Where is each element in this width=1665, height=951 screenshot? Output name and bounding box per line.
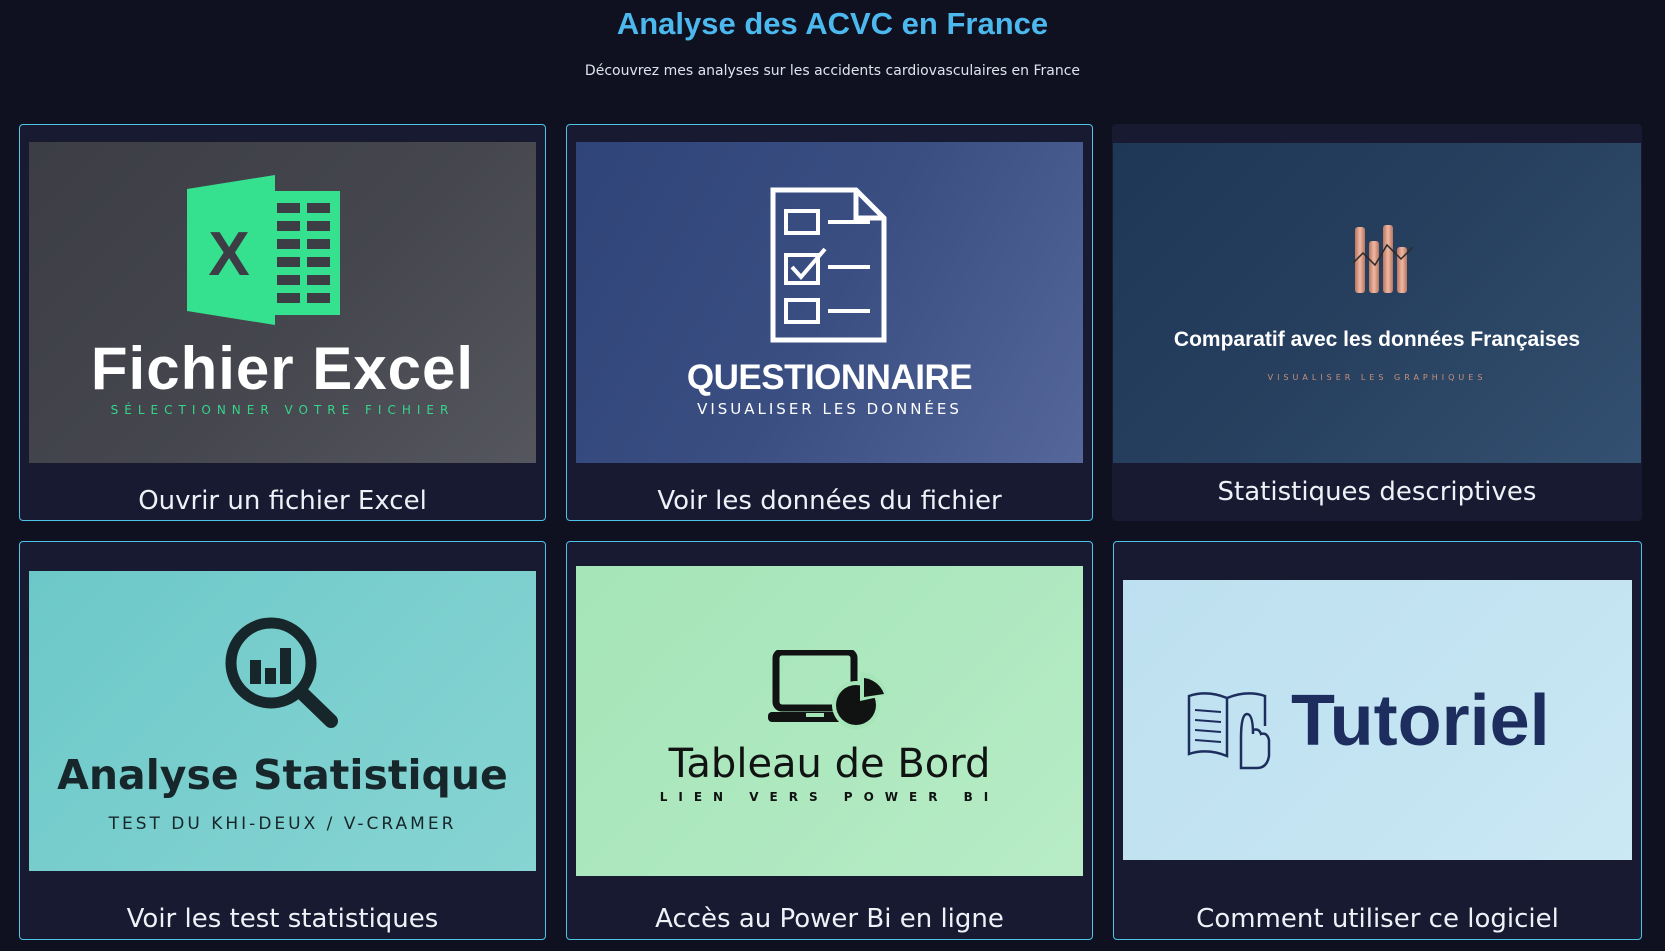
- card-statistical-tests[interactable]: Analyse Statistique TEST DU KHI-DEUX / V…: [19, 541, 546, 940]
- page-header: Analyse des ACVC en France Découvrez mes…: [0, 0, 1665, 110]
- card-caption: Ouvrir un fichier Excel: [138, 486, 427, 516]
- page-title: Analyse des ACVC en France: [616, 6, 1049, 41]
- thumbnail-title: Comparatif avec les données Françaises: [1173, 328, 1581, 351]
- card-tutorial[interactable]: Tutoriel Comment utiliser ce logiciel: [1113, 541, 1642, 940]
- card-thumbnail: Comparatif avec les données Françaises V…: [1113, 143, 1641, 463]
- checklist-icon: [770, 187, 887, 343]
- card-power-bi[interactable]: Tableau de Bord LIEN VERS POWER BI Accès…: [566, 541, 1093, 940]
- card-thumbnail: Tutoriel: [1123, 580, 1632, 860]
- card-thumbnail: QUESTIONNAIRE VISUALISER LES DONNÉES: [576, 142, 1083, 463]
- page-subtitle: Découvrez mes analyses sur les accidents…: [584, 63, 1081, 79]
- magnifier-chart-icon: [225, 617, 338, 728]
- card-caption: Voir les données du fichier: [657, 486, 1002, 516]
- thumbnail-title: QUESTIONNAIRE: [686, 358, 973, 397]
- card-caption: Comment utiliser ce logiciel: [1196, 904, 1559, 934]
- thumbnail-title: Tutoriel: [1291, 681, 1550, 761]
- thumbnail-title: Analyse Statistique: [57, 751, 508, 799]
- card-view-data[interactable]: QUESTIONNAIRE VISUALISER LES DONNÉES Voi…: [566, 124, 1093, 521]
- card-thumbnail: Tableau de Bord LIEN VERS POWER BI: [576, 566, 1083, 876]
- thumbnail-subtitle: SÉLECTIONNER VOTRE FICHIER: [110, 403, 455, 417]
- card-thumbnail: X Fichier Excel SÉLECTIONNER VOTRE FICHI…: [29, 142, 536, 463]
- book-hand-icon: [1187, 692, 1271, 770]
- card-open-excel[interactable]: X Fichier Excel SÉLECTIONNER VOTRE FICHI…: [19, 124, 546, 521]
- card-caption: Accès au Power Bi en ligne: [655, 904, 1004, 934]
- card-thumbnail: Analyse Statistique TEST DU KHI-DEUX / V…: [29, 571, 536, 871]
- excel-icon: X: [187, 175, 340, 325]
- thumbnail-subtitle: LIEN VERS POWER BI: [659, 790, 1000, 804]
- thumbnail-title: Fichier Excel: [90, 335, 475, 402]
- laptop-pie-icon: [768, 650, 888, 729]
- thumbnail-title: Tableau de Bord: [668, 741, 991, 787]
- thumbnail-subtitle: VISUALISER LES DONNÉES: [697, 400, 962, 418]
- card-descriptive-stats[interactable]: Comparatif avec les données Françaises V…: [1112, 124, 1642, 521]
- thumbnail-subtitle: TEST DU KHI-DEUX / V-CRAMER: [108, 814, 457, 834]
- svg-text:X: X: [208, 220, 249, 289]
- thumbnail-subtitle: VISUALISER LES GRAPHIQUES: [1267, 373, 1487, 382]
- bar-chart-icon: [1353, 225, 1414, 293]
- card-caption: Voir les test statistiques: [126, 904, 439, 934]
- card-caption: Statistiques descriptives: [1217, 477, 1537, 507]
